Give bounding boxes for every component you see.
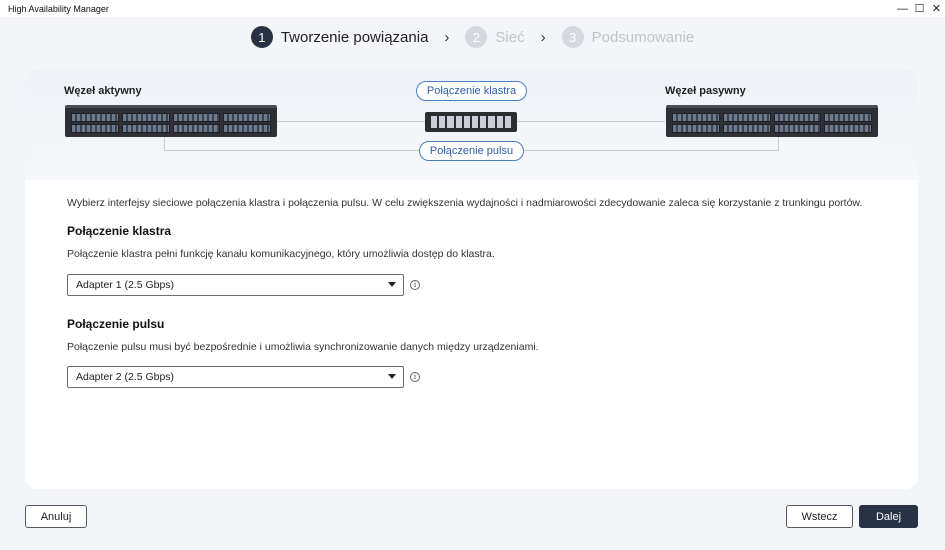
close-icon[interactable]: ✕ <box>928 0 945 17</box>
step-create-pair: 1 Tworzenie powiązania <box>250 26 429 48</box>
cluster-adapter-value: Adapter 1 (2.5 Gbps) <box>76 279 175 291</box>
cluster-adapter-select[interactable]: Adapter 1 (2.5 Gbps) <box>67 274 404 296</box>
step-label: Tworzenie powiązania <box>280 28 429 46</box>
maximize-icon[interactable]: ☐ <box>911 0 928 17</box>
step-label: Podsumowanie <box>591 28 695 46</box>
step-summary: 3 Podsumowanie <box>561 26 695 48</box>
active-node-label: Węzeł aktywny <box>64 85 142 97</box>
heartbeat-adapter-value: Adapter 2 (2.5 Gbps) <box>76 371 175 383</box>
next-button[interactable]: Dalej <box>859 505 918 528</box>
window-title: High Availability Manager <box>8 3 109 14</box>
info-icon[interactable]: i <box>410 280 420 290</box>
dropdown-arrow-icon <box>388 282 396 287</box>
cluster-link-right <box>517 121 665 122</box>
heartbeat-link-right-drop <box>778 136 779 150</box>
intro-text: Wybierz interfejsy sieciowe połączenia k… <box>67 197 863 209</box>
heartbeat-adapter-select[interactable]: Adapter 2 (2.5 Gbps) <box>67 366 404 388</box>
cluster-link-left <box>277 121 425 122</box>
minimize-icon[interactable]: — <box>894 0 911 17</box>
info-icon[interactable]: i <box>410 372 420 382</box>
chevron-right-icon: › <box>444 28 450 46</box>
cluster-section-description: Połączenie klastra pełni funkcję kanału … <box>67 248 495 260</box>
topology-diagram: Węzeł aktywny Węzeł pasywny Połączenie k… <box>25 69 918 180</box>
heartbeat-section-description: Połączenie pulsu musi być bezpośrednie i… <box>67 341 539 353</box>
cluster-section-title: Połączenie klastra <box>67 224 172 238</box>
back-button[interactable]: Wstecz <box>786 505 853 528</box>
step-number: 2 <box>465 26 488 48</box>
dropdown-arrow-icon <box>388 374 396 379</box>
passive-node-label: Węzeł pasywny <box>665 85 746 97</box>
window-controls: — ☐ ✕ <box>894 0 945 17</box>
heartbeat-connection-badge: Połączenie pulsu <box>419 141 524 161</box>
step-label: Sieć <box>495 28 525 46</box>
step-number: 1 <box>250 26 273 48</box>
window-titlebar: High Availability Manager — ☐ ✕ <box>0 0 945 17</box>
step-number: 3 <box>561 26 584 48</box>
step-network: 2 Sieć <box>465 26 525 48</box>
passive-node-server-icon <box>666 105 878 137</box>
cancel-button[interactable]: Anuluj <box>25 505 87 528</box>
chevron-right-icon: › <box>540 28 546 46</box>
network-switch-icon <box>425 112 517 132</box>
heartbeat-link-left-drop <box>164 136 165 150</box>
heartbeat-section-title: Połączenie pulsu <box>67 317 165 331</box>
cluster-connection-badge: Połączenie klastra <box>416 81 527 101</box>
active-node-server-icon <box>65 105 277 137</box>
wizard-stepper: 1 Tworzenie powiązania › 2 Sieć › 3 Pods… <box>0 25 945 49</box>
